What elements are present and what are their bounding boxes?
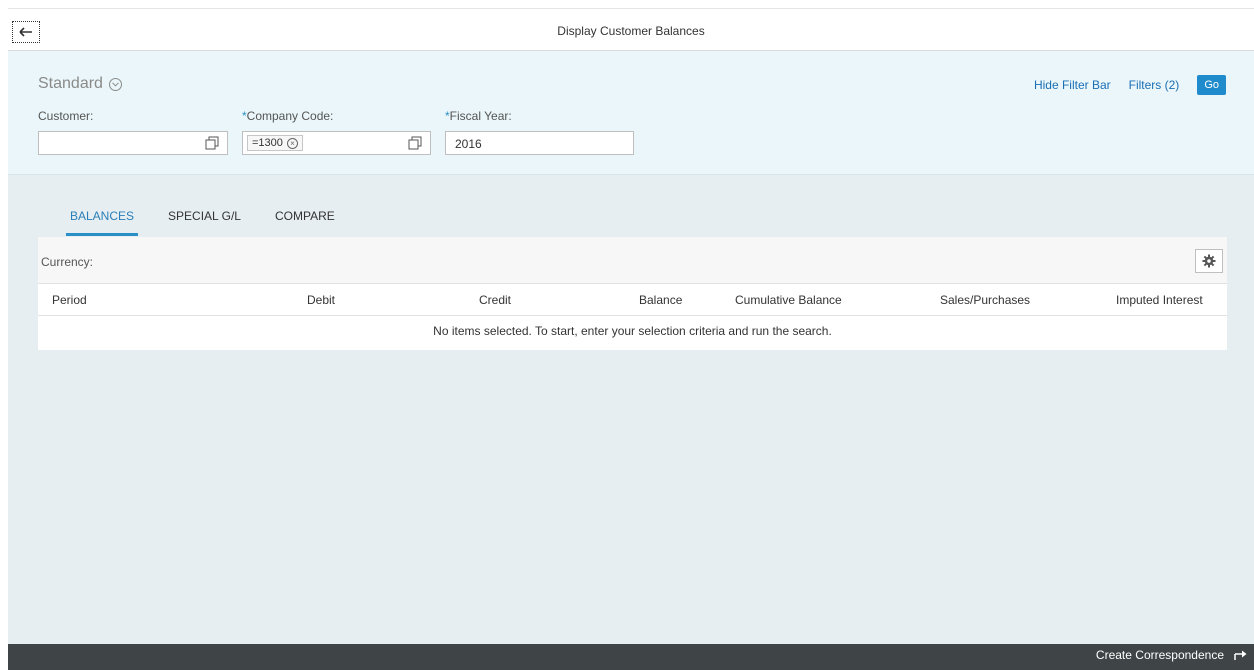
- close-icon[interactable]: ×: [286, 137, 298, 149]
- window-top-border: [0, 0, 1254, 8]
- column-header-balance[interactable]: Balance: [639, 293, 682, 307]
- company-code-label: *Company Code:: [242, 109, 333, 123]
- fiscal-year-label: *Fiscal Year:: [445, 109, 512, 123]
- column-header-credit[interactable]: Credit: [479, 293, 511, 307]
- token-text: =1300: [252, 137, 283, 149]
- tab-bar: BALANCES SPECIAL G/L COMPARE: [65, 209, 369, 236]
- tab-special-gl[interactable]: SPECIAL G/L: [168, 209, 241, 236]
- customer-field[interactable]: [38, 131, 228, 155]
- balances-table: Currency: Period Debit Credit Balance Cu…: [38, 237, 1227, 350]
- hide-filter-bar-link[interactable]: Hide Filter Bar: [1034, 78, 1111, 92]
- chevron-down-icon: [108, 77, 122, 91]
- go-button[interactable]: Go: [1197, 75, 1226, 95]
- value-help-icon[interactable]: [205, 136, 219, 150]
- no-data-message: No items selected. To start, enter your …: [433, 324, 832, 338]
- value-help-icon[interactable]: [408, 136, 422, 150]
- table-header-row: Period Debit Credit Balance Cumulative B…: [38, 284, 1227, 316]
- company-code-token[interactable]: =1300 ×: [247, 135, 303, 151]
- company-code-field[interactable]: =1300 ×: [242, 131, 431, 155]
- filter-bar: Standard Hide Filter Bar Filters (2) Go …: [8, 51, 1254, 175]
- filter-bar-actions: Hide Filter Bar Filters (2) Go: [1034, 75, 1226, 95]
- column-header-sales-purchases[interactable]: Sales/Purchases: [940, 293, 1030, 307]
- variant-name: Standard: [38, 75, 103, 92]
- tab-compare[interactable]: COMPARE: [275, 209, 335, 236]
- column-header-imputed-interest[interactable]: Imputed Interest: [1116, 293, 1203, 307]
- shell-header: Display Customer Balances: [8, 8, 1254, 51]
- fiscal-year-value: 2016: [455, 137, 482, 151]
- currency-label: Currency:: [41, 255, 94, 269]
- variant-selector[interactable]: Standard: [38, 75, 122, 93]
- column-header-cumulative-balance[interactable]: Cumulative Balance: [735, 293, 842, 307]
- arrow-left-icon: [19, 27, 32, 37]
- footer-bar: Create Correspondence: [8, 644, 1254, 670]
- settings-button[interactable]: [1195, 249, 1223, 273]
- table-toolbar: Currency:: [38, 237, 1227, 284]
- company-code-label-text: Company Code:: [246, 109, 334, 123]
- gear-icon: [1202, 254, 1216, 268]
- share-icon: [1234, 650, 1247, 660]
- fiscal-year-field[interactable]: 2016: [445, 131, 634, 155]
- content-area: BALANCES SPECIAL G/L COMPARE Currency: P…: [8, 175, 1254, 644]
- back-button[interactable]: [12, 21, 40, 43]
- create-correspondence-button[interactable]: Create Correspondence: [1096, 648, 1248, 662]
- window-left-border: [0, 0, 8, 670]
- tab-balances[interactable]: BALANCES: [65, 209, 139, 236]
- app-title: Display Customer Balances: [557, 24, 705, 38]
- column-header-period[interactable]: Period: [52, 293, 87, 307]
- customer-label: Customer:: [38, 109, 94, 123]
- fiscal-year-label-text: Fiscal Year:: [449, 109, 512, 123]
- filters-link[interactable]: Filters (2): [1129, 78, 1180, 92]
- column-header-debit[interactable]: Debit: [307, 293, 335, 307]
- create-correspondence-label: Create Correspondence: [1095, 648, 1224, 662]
